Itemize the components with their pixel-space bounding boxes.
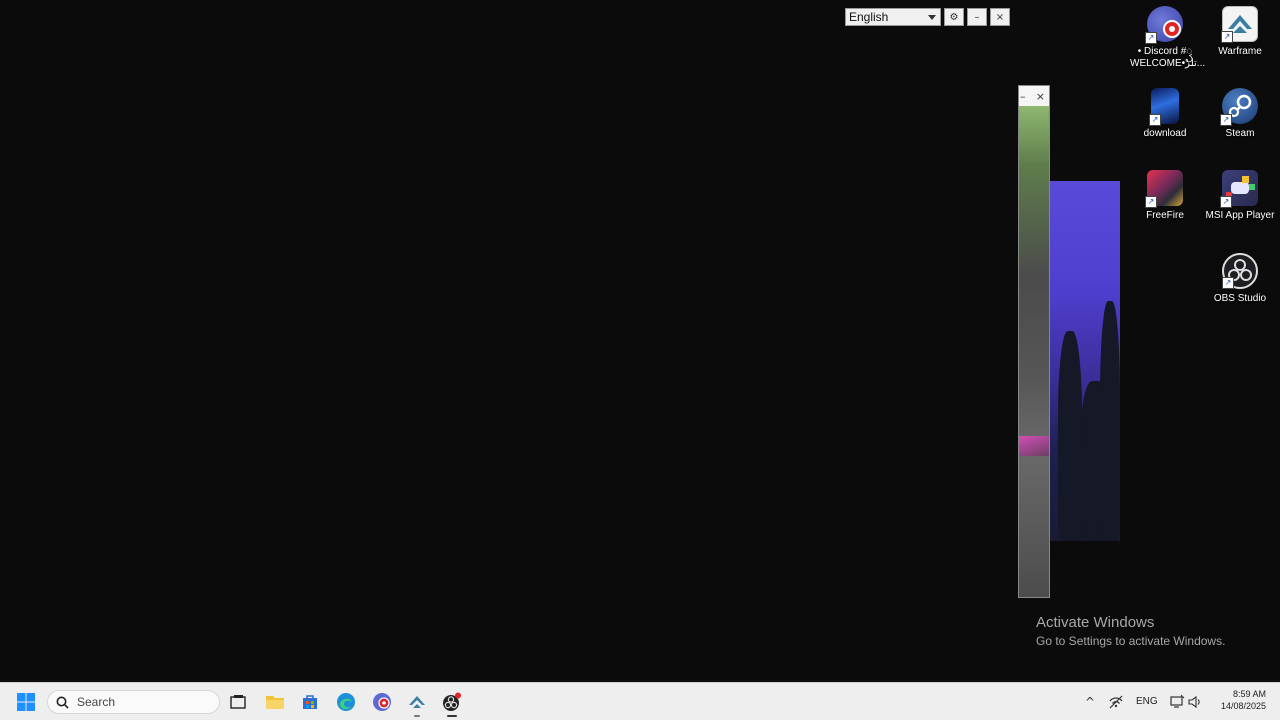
watermark-subtitle: Go to Settings to activate Windows.	[1036, 634, 1226, 648]
taskbar-discord-server[interactable]	[372, 692, 392, 712]
desktop-icon-freefire[interactable]: ↗ FreeFire	[1130, 170, 1200, 222]
msi-app-player-icon: ↗	[1220, 170, 1258, 208]
download-image-icon: ↗	[1149, 88, 1179, 126]
shortcut-arrow-icon: ↗	[1222, 277, 1234, 289]
tree-silhouette	[1100, 301, 1120, 541]
active-indicator	[447, 715, 457, 717]
close-icon: ×	[995, 11, 1005, 23]
clock-date: 14/08/2025	[1220, 701, 1266, 711]
clock[interactable]: 8:59 AM 14/08/2025	[1214, 688, 1266, 712]
search-placeholder: Search	[77, 695, 116, 709]
window-content-image	[1019, 106, 1049, 597]
desktop-icon-warframe[interactable]: ↗ Warframe	[1205, 6, 1275, 58]
folder-icon	[266, 696, 284, 709]
desktop-icon-label: OBS Studio	[1213, 293, 1267, 304]
taskbar: Search ^ ENG 8:59 AM 14/08/2025	[0, 682, 1280, 720]
freefire-icon: ↗	[1145, 170, 1183, 208]
taskbar-search-box[interactable]: Search	[47, 690, 220, 714]
tray-network-button[interactable]	[1106, 692, 1126, 712]
tray-overflow-button[interactable]: ^	[1080, 692, 1100, 712]
desktop-icon-label: MSI App Player	[1205, 210, 1275, 221]
taskbar-file-explorer[interactable]	[265, 692, 285, 712]
discord-server-icon	[373, 693, 391, 711]
chevron-up-icon: ^	[1084, 695, 1096, 709]
language-select[interactable]: English	[845, 8, 941, 26]
minimize-button[interactable]: –	[967, 8, 987, 26]
minimize-icon: –	[974, 11, 980, 23]
settings-button[interactable]: ⚙	[944, 8, 964, 26]
desktop-icon-msi-app-player[interactable]: ↗ MSI App Player	[1205, 170, 1275, 222]
tray-display-button[interactable]	[1167, 692, 1187, 712]
shortcut-arrow-icon: ↗	[1221, 31, 1233, 43]
desktop-icon-label: • Discord #ꦽ WELCOME•ﺗﻠﺮ...	[1130, 46, 1206, 69]
tree-silhouette	[1058, 331, 1082, 541]
desktop-icon-download[interactable]: ↗ download	[1130, 88, 1200, 140]
partial-app-window[interactable]: – ×	[1018, 85, 1050, 598]
desktop-icon-label: Warframe	[1218, 46, 1262, 57]
desktop-icon-label: download	[1143, 128, 1187, 139]
task-view-button[interactable]	[228, 692, 248, 712]
window-minimize-button[interactable]: –	[1020, 90, 1026, 103]
taskbar-edge-browser[interactable]	[336, 692, 356, 712]
desktop-icon-label: Steam	[1225, 128, 1255, 139]
close-button[interactable]: ×	[990, 8, 1010, 26]
edge-browser-icon	[337, 693, 355, 711]
gear-icon: ⚙	[949, 11, 959, 23]
desktop: English ⚙ – × – × ↗ • Discord #ꦽ WELCOME…	[0, 0, 1280, 682]
desktop-icon-label: FreeFire	[1146, 210, 1184, 221]
shortcut-arrow-icon: ↗	[1145, 196, 1157, 208]
chevron-down-icon	[928, 14, 936, 20]
steam-icon: ↗	[1220, 88, 1258, 126]
shortcut-arrow-icon: ↗	[1220, 114, 1232, 126]
taskbar-warframe[interactable]	[407, 692, 427, 717]
activate-windows-watermark: Activate Windows Go to Settings to activ…	[1036, 614, 1225, 648]
shortcut-arrow-icon: ↗	[1145, 32, 1157, 44]
speaker-icon	[1188, 695, 1200, 709]
launcher-toolbar: English ⚙ – ×	[845, 7, 1010, 27]
window-content-accent	[1019, 436, 1049, 456]
input-language-indicator[interactable]: ENG	[1136, 696, 1158, 707]
obs-studio-icon	[443, 692, 461, 711]
window-close-button[interactable]: ×	[1036, 90, 1045, 103]
taskbar-microsoft-store[interactable]	[300, 692, 320, 712]
task-view-icon	[230, 695, 246, 709]
desktop-icon-discord[interactable]: ↗ • Discord #ꦽ WELCOME•ﺗﻠﺮ...	[1130, 6, 1206, 70]
wallpaper-image-panel	[1050, 181, 1120, 541]
shortcut-arrow-icon: ↗	[1220, 196, 1232, 208]
warframe-icon	[409, 696, 425, 708]
shortcut-arrow-icon: ↗	[1149, 114, 1161, 126]
taskbar-obs-studio[interactable]	[442, 692, 462, 717]
discord-server-icon: ↗	[1145, 6, 1183, 44]
warframe-icon: ↗	[1221, 6, 1258, 43]
obs-studio-icon: ↗	[1222, 253, 1258, 289]
network-disconnected-icon	[1109, 695, 1123, 709]
desktop-icon-steam[interactable]: ↗ Steam	[1205, 88, 1275, 140]
store-icon	[303, 695, 317, 709]
search-icon	[56, 696, 69, 709]
monitor-icon	[1170, 694, 1185, 708]
running-indicator	[414, 715, 420, 717]
desktop-icon-obs-studio[interactable]: ↗ OBS Studio	[1205, 253, 1275, 305]
start-button[interactable]	[16, 692, 36, 712]
watermark-title: Activate Windows	[1036, 614, 1155, 631]
clock-time: 8:59 AM	[1232, 689, 1266, 699]
tray-volume-button[interactable]	[1185, 692, 1205, 712]
window-titlebar[interactable]: – ×	[1019, 86, 1049, 106]
windows-logo-icon	[17, 693, 35, 711]
language-select-value: English	[849, 10, 889, 24]
